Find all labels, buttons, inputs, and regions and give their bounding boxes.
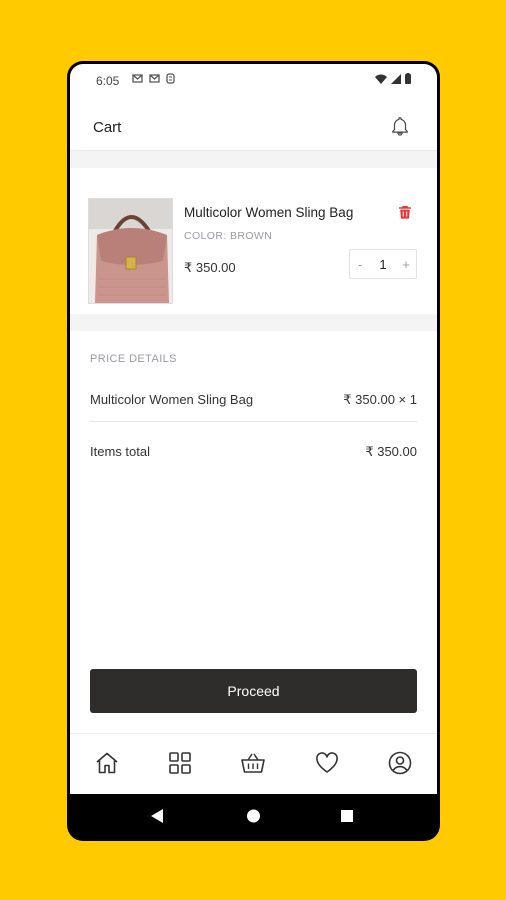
quantity-value: 1 [379, 256, 387, 272]
home-button-icon[interactable] [246, 808, 261, 824]
product-image[interactable] [88, 198, 173, 304]
home-icon[interactable] [94, 750, 120, 776]
items-total-label: Items total [90, 444, 150, 459]
line-item-label: Multicolor Women Sling Bag [90, 392, 254, 407]
quantity-stepper: - 1 + [349, 249, 417, 279]
wifi-icon [375, 74, 387, 84]
system-navigation-bar [70, 794, 437, 838]
app-screen: 6:05 Cart Multicolor Women Sling Bag COL… [70, 64, 437, 838]
status-bar: 6:05 [70, 64, 437, 94]
notification-icons [132, 73, 175, 84]
status-time: 6:05 [96, 74, 120, 88]
app-bar: Cart [70, 94, 437, 150]
product-name[interactable]: Multicolor Women Sling Bag [184, 205, 353, 220]
proceed-button[interactable]: Proceed [90, 669, 417, 713]
shopping-notification-icon [166, 73, 175, 84]
trash-icon[interactable] [397, 204, 413, 220]
product-price: ₹ 350.00 [184, 260, 236, 275]
bell-icon[interactable] [389, 115, 411, 137]
line-item-value: ₹ 350.00 × 1 [343, 392, 417, 407]
cart-item: Multicolor Women Sling Bag COLOR: BROWN … [70, 168, 437, 314]
battery-icon [405, 73, 411, 84]
items-total-row: Items total ₹ 350.00 [90, 444, 417, 460]
system-status-icons [375, 73, 411, 84]
increase-quantity-button[interactable]: + [396, 257, 416, 272]
decrease-quantity-button[interactable]: - [350, 257, 370, 272]
product-color: COLOR: BROWN [184, 230, 273, 242]
back-icon[interactable] [150, 808, 164, 824]
divider [90, 421, 417, 422]
section-spacer [70, 151, 437, 168]
page-title: Cart [93, 119, 122, 136]
bottom-navigation [70, 733, 437, 794]
heart-icon[interactable] [314, 750, 340, 776]
phone-frame: 6:05 Cart Multicolor Women Sling Bag COL… [67, 61, 440, 841]
gmail-icon [149, 74, 160, 83]
signal-icon [391, 73, 401, 84]
items-total-value: ₹ 350.00 [365, 444, 417, 459]
gmail-icon [132, 74, 143, 83]
price-details-heading: PRICE DETAILS [90, 353, 177, 365]
categories-icon[interactable] [167, 750, 193, 776]
section-spacer [70, 314, 437, 331]
bag-image [89, 199, 172, 303]
profile-icon[interactable] [387, 750, 413, 776]
recents-icon[interactable] [340, 808, 354, 824]
price-line-item: Multicolor Women Sling Bag ₹ 350.00 × 1 [90, 392, 417, 408]
basket-icon[interactable] [240, 750, 266, 776]
